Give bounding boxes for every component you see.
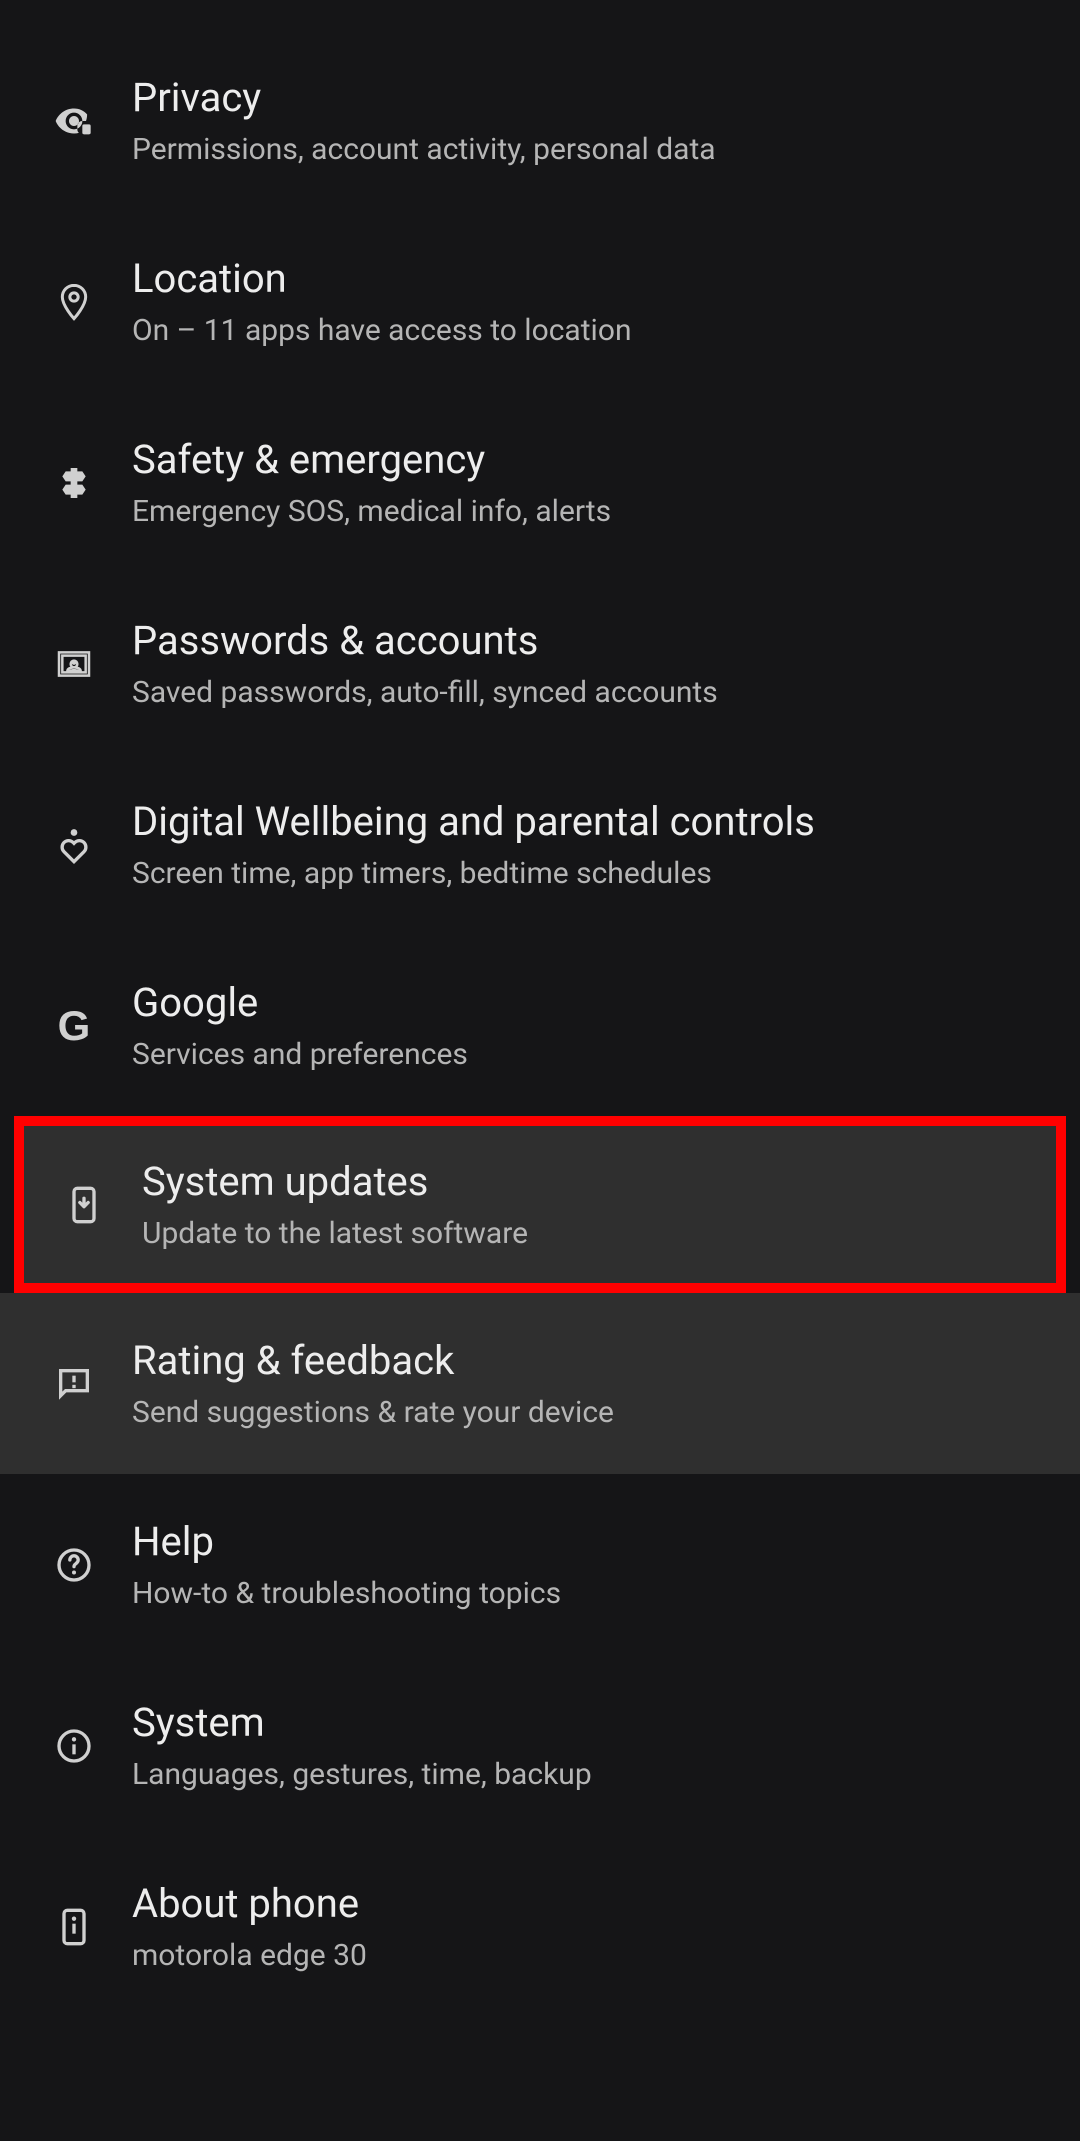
- setting-text: System Languages, gestures, time, backup: [132, 1697, 1030, 1794]
- help-icon: [50, 1541, 98, 1589]
- setting-title: System: [132, 1697, 1030, 1749]
- setting-title: About phone: [132, 1878, 1030, 1930]
- setting-item-system-updates[interactable]: System updates Update to the latest soft…: [14, 1116, 1066, 1293]
- setting-title: Privacy: [132, 72, 1030, 124]
- setting-subtitle: Saved passwords, auto-fill, synced accou…: [132, 673, 1030, 712]
- setting-text: Digital Wellbeing and parental controls …: [132, 796, 1030, 893]
- setting-title: System updates: [142, 1156, 1006, 1208]
- setting-item-about-phone[interactable]: About phone motorola edge 30: [0, 1836, 1080, 2017]
- setting-text: Location On – 11 apps have access to loc…: [132, 253, 1030, 350]
- setting-item-system[interactable]: System Languages, gestures, time, backup: [0, 1655, 1080, 1836]
- setting-title: Rating & feedback: [132, 1335, 1030, 1387]
- setting-subtitle: Services and preferences: [132, 1035, 1030, 1074]
- setting-subtitle: Languages, gestures, time, backup: [132, 1755, 1030, 1794]
- setting-text: Help How-to & troubleshooting topics: [132, 1516, 1030, 1613]
- setting-title: Help: [132, 1516, 1030, 1568]
- setting-text: About phone motorola edge 30: [132, 1878, 1030, 1975]
- setting-item-wellbeing[interactable]: Digital Wellbeing and parental controls …: [0, 754, 1080, 935]
- setting-item-privacy[interactable]: Privacy Permissions, account activity, p…: [0, 30, 1080, 211]
- setting-item-safety[interactable]: Safety & emergency Emergency SOS, medica…: [0, 392, 1080, 573]
- setting-subtitle: On – 11 apps have access to location: [132, 311, 1030, 350]
- setting-text: Safety & emergency Emergency SOS, medica…: [132, 434, 1030, 531]
- setting-subtitle: motorola edge 30: [132, 1936, 1030, 1975]
- setting-subtitle: Update to the latest software: [142, 1214, 1006, 1253]
- system-update-icon: [60, 1181, 108, 1229]
- medical-icon: [50, 459, 98, 507]
- setting-text: Passwords & accounts Saved passwords, au…: [132, 615, 1030, 712]
- setting-text: System updates Update to the latest soft…: [142, 1156, 1006, 1253]
- info-icon: [50, 1722, 98, 1770]
- setting-title: Location: [132, 253, 1030, 305]
- eye-lock-icon: [50, 97, 98, 145]
- wellbeing-icon: [50, 821, 98, 869]
- setting-text: Rating & feedback Send suggestions & rat…: [132, 1335, 1030, 1432]
- setting-subtitle: Permissions, account activity, personal …: [132, 130, 1030, 169]
- setting-subtitle: Screen time, app timers, bedtime schedul…: [132, 854, 1030, 893]
- setting-item-help[interactable]: Help How-to & troubleshooting topics: [0, 1474, 1080, 1655]
- settings-list: Privacy Permissions, account activity, p…: [0, 0, 1080, 2017]
- phone-info-icon: [50, 1903, 98, 1951]
- setting-subtitle: Emergency SOS, medical info, alerts: [132, 492, 1030, 531]
- setting-item-google[interactable]: G Google Services and preferences: [0, 935, 1080, 1116]
- setting-item-location[interactable]: Location On – 11 apps have access to loc…: [0, 211, 1080, 392]
- setting-item-feedback[interactable]: Rating & feedback Send suggestions & rat…: [0, 1293, 1080, 1474]
- feedback-icon: [50, 1360, 98, 1408]
- location-icon: [50, 278, 98, 326]
- account-icon: [50, 640, 98, 688]
- setting-text: Privacy Permissions, account activity, p…: [132, 72, 1030, 169]
- setting-title: Safety & emergency: [132, 434, 1030, 486]
- setting-title: Digital Wellbeing and parental controls: [132, 796, 1030, 848]
- setting-text: Google Services and preferences: [132, 977, 1030, 1074]
- google-icon: G: [50, 1002, 98, 1050]
- setting-title: Passwords & accounts: [132, 615, 1030, 667]
- setting-item-passwords[interactable]: Passwords & accounts Saved passwords, au…: [0, 573, 1080, 754]
- setting-subtitle: Send suggestions & rate your device: [132, 1393, 1030, 1432]
- setting-title: Google: [132, 977, 1030, 1029]
- setting-subtitle: How-to & troubleshooting topics: [132, 1574, 1030, 1613]
